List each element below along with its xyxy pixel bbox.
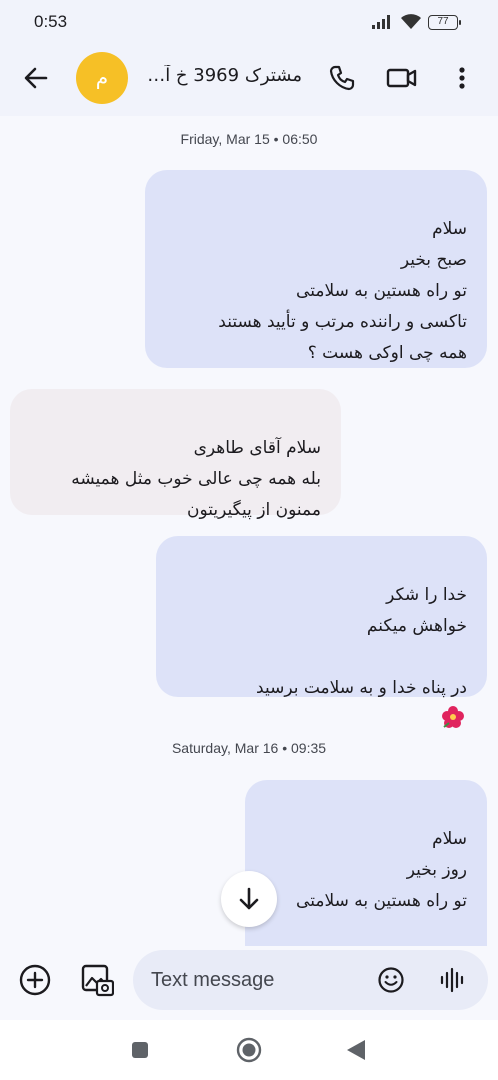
battery-icon: 77 <box>428 14 461 30</box>
hibiscus-icon <box>442 706 464 728</box>
arrow-down-icon <box>239 887 259 910</box>
status-time: 0:53 <box>34 12 68 31</box>
message-bubble-outgoing[interactable]: سلام روز بخیر تو راه هستین به سلامتی <box>245 780 487 946</box>
conversation-view[interactable]: Friday, Mar 15 • 06:50 سلام صبح بخیر تو … <box>0 116 498 946</box>
message-text: سلام صبح بخیر تو راه هستین به سلامتی تاک… <box>218 219 467 363</box>
message-bubble-outgoing[interactable]: خدا را شکر خواهش میکنم در پناه خدا و به … <box>156 536 487 728</box>
emoji-icon[interactable] <box>377 966 405 994</box>
message-bubble-outgoing[interactable]: سلام صبح بخیر تو راه هستین به سلامتی تاک… <box>145 170 487 368</box>
date-separator: Saturday, Mar 16 • 09:35 <box>171 740 327 756</box>
message-text: خدا را شکر خواهش میکنم در پناه خدا و به … <box>256 585 467 698</box>
gallery-icon[interactable] <box>80 962 114 998</box>
contact-avatar[interactable]: م <box>76 52 128 104</box>
scroll-to-bottom-button[interactable] <box>221 871 277 927</box>
message-input[interactable] <box>151 967 371 993</box>
system-nav-bar <box>0 1020 498 1080</box>
battery-level: 77 <box>437 15 449 27</box>
date-separator: Friday, Mar 15 • 06:50 <box>180 131 318 147</box>
message-text: سلام آقای طاهری بله همه چی عالی خوب مثل … <box>71 438 321 520</box>
home-icon[interactable] <box>236 1037 262 1063</box>
message-composer <box>0 946 498 1020</box>
back-icon[interactable] <box>345 1038 367 1062</box>
status-bar: 0:53 77 <box>0 0 498 44</box>
phone-icon[interactable] <box>326 62 358 94</box>
recents-icon[interactable] <box>131 1041 149 1059</box>
add-circle-icon[interactable] <box>18 963 52 997</box>
signal-icon <box>372 15 390 29</box>
more-vert-icon[interactable] <box>448 62 476 94</box>
top-app-bar: م مشترک 3969 خ آقای طاهری <box>0 44 498 116</box>
back-arrow-icon[interactable] <box>20 62 52 94</box>
text-input-pill[interactable] <box>133 950 488 1010</box>
wifi-icon <box>401 14 421 29</box>
message-text: سلام روز بخیر تو راه هستین به سلامتی <box>296 829 467 911</box>
status-icons: 77 <box>372 13 461 31</box>
message-bubble-incoming[interactable]: سلام آقای طاهری بله همه چی عالی خوب مثل … <box>10 389 341 520</box>
voice-icon[interactable] <box>439 966 465 994</box>
video-camera-icon[interactable] <box>384 62 420 94</box>
contact-name[interactable]: مشترک 3969 خ آقای طاهری <box>140 65 302 93</box>
